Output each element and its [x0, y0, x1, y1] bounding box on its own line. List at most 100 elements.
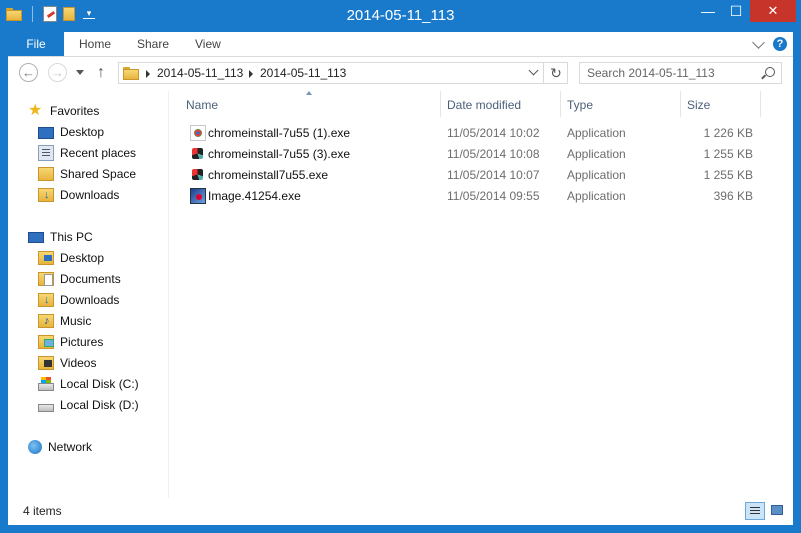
nav-item-videos[interactable]: Videos: [38, 353, 96, 373]
details-view-button[interactable]: [745, 502, 765, 520]
file-name: Image.41254.exe: [208, 189, 301, 203]
column-header-size[interactable]: Size: [687, 96, 710, 114]
file-type: Application: [567, 126, 626, 140]
column-header-type[interactable]: Type: [567, 96, 593, 114]
nav-item-label: Shared Space: [60, 167, 137, 181]
tab-home[interactable]: Home: [79, 32, 111, 56]
file-list: Name Date modified Type Size chromeinsta…: [178, 91, 788, 498]
large-icons-view-button[interactable]: [768, 502, 788, 520]
system-drive-icon: [38, 377, 54, 391]
folder-icon: [38, 167, 54, 181]
file-size: 396 KB: [713, 189, 753, 203]
column-divider[interactable]: [440, 91, 441, 117]
nav-item-documents[interactable]: Documents: [38, 269, 121, 289]
file-size: 1 226 KB: [703, 126, 753, 140]
item-count: 4 items: [23, 504, 62, 518]
pictures-folder-icon: [38, 335, 54, 349]
nav-item-desktop[interactable]: Desktop: [38, 122, 104, 142]
videos-folder-icon: [38, 356, 54, 370]
tab-file[interactable]: File: [8, 32, 64, 56]
column-header-date-modified[interactable]: Date modified: [447, 96, 521, 114]
nav-item-label: Downloads: [60, 188, 120, 202]
nav-item-local-disk-d[interactable]: Local Disk (D:): [38, 395, 139, 415]
ribbon: File Home Share View ?: [8, 32, 793, 57]
search-input[interactable]: [580, 63, 764, 83]
nav-item-pc-downloads[interactable]: Downloads: [38, 290, 119, 310]
navigation-pane: ★ Favorites Desktop Recent places Shared…: [8, 91, 169, 498]
sort-ascending-icon: [306, 91, 312, 95]
file-name: chromeinstall-7u55 (1).exe: [208, 126, 351, 140]
expand-ribbon-icon[interactable]: [752, 35, 765, 49]
nav-favorites[interactable]: ★ Favorites: [28, 101, 99, 121]
breadcrumb-item[interactable]: 2014-05-11_113: [260, 66, 346, 80]
nav-item-label: Desktop: [60, 251, 105, 265]
nav-item-local-disk-c[interactable]: Local Disk (C:): [38, 374, 139, 394]
music-folder-icon: [38, 314, 54, 328]
downloads-folder-icon: [38, 293, 54, 307]
address-dropdown-icon[interactable]: [529, 67, 538, 76]
nav-this-pc[interactable]: This PC: [28, 227, 93, 247]
nav-item-recent-places[interactable]: Recent places: [38, 143, 136, 163]
nav-item-label: Local Disk (D:): [60, 398, 139, 412]
breadcrumb-item[interactable]: 2014-05-11_113: [157, 66, 243, 80]
help-icon[interactable]: ?: [773, 37, 787, 51]
column-header-name[interactable]: Name: [186, 96, 218, 114]
nav-item-label: Music: [60, 314, 92, 328]
nav-item-label: Recent places: [60, 146, 137, 160]
nav-item-label: Pictures: [60, 335, 104, 349]
ribbon-controls: ?: [752, 35, 787, 51]
forward-button[interactable]: →: [48, 63, 67, 82]
file-size: 1 255 KB: [703, 147, 753, 161]
column-divider[interactable]: [760, 91, 761, 117]
file-name: chromeinstall7u55.exe: [208, 168, 329, 182]
nav-item-pictures[interactable]: Pictures: [38, 332, 103, 352]
file-type: Application: [567, 168, 626, 182]
downloads-folder-icon: [38, 188, 54, 202]
tab-share[interactable]: Share: [137, 32, 169, 56]
drive-icon: [38, 404, 54, 412]
nav-item-music[interactable]: Music: [38, 311, 91, 331]
column-divider[interactable]: [680, 91, 681, 117]
documents-folder-icon: [38, 272, 54, 286]
file-date: 11/05/2014 09:55: [447, 189, 540, 203]
star-icon: ★: [28, 102, 43, 119]
up-button[interactable]: ↑: [97, 64, 105, 82]
breadcrumb-separator-icon[interactable]: [249, 70, 253, 78]
nav-item-label: Local Disk (C:): [60, 377, 139, 391]
computer-icon: [28, 232, 44, 243]
nav-item-label: Downloads: [60, 293, 120, 307]
image-exe-icon: [190, 188, 206, 204]
back-button[interactable]: ←: [19, 63, 38, 82]
address-bar[interactable]: 2014-05-11_113 2014-05-11_113 ↻: [118, 62, 568, 84]
nav-network[interactable]: Network: [28, 437, 92, 457]
file-date: 11/05/2014 10:02: [447, 126, 540, 140]
nav-item-shared-space[interactable]: Shared Space: [38, 164, 136, 184]
content-area: ★ Favorites Desktop Recent places Shared…: [8, 91, 793, 498]
maximize-button[interactable]: ☐: [722, 0, 750, 22]
nav-item-label: Videos: [60, 356, 97, 370]
file-row[interactable]: chromeinstall-7u55 (1).exe 11/05/2014 10…: [178, 123, 778, 144]
minimize-button[interactable]: —: [694, 0, 722, 22]
navigation-bar: ← → ↑ 2014-05-11_113 2014-05-11_113 ↻: [8, 57, 793, 91]
nav-item-downloads[interactable]: Downloads: [38, 185, 119, 205]
recent-places-icon: [38, 145, 54, 161]
search-icon[interactable]: [765, 67, 775, 77]
breadcrumb-separator-icon[interactable]: [146, 70, 150, 78]
exe-icon: [190, 125, 206, 141]
desktop-folder-icon: [38, 251, 54, 265]
file-row[interactable]: Image.41254.exe 11/05/2014 09:55 Applica…: [178, 186, 778, 207]
file-type: Application: [567, 189, 626, 203]
nav-item-label: Desktop: [60, 125, 105, 139]
close-button[interactable]: ✕: [750, 0, 796, 22]
explorer-window: ▾ 2014-05-11_113 — ☐ ✕ File Home Share V…: [0, 0, 801, 533]
file-row[interactable]: chromeinstall-7u55 (3).exe 11/05/2014 10…: [178, 144, 778, 165]
column-divider[interactable]: [560, 91, 561, 117]
recent-locations-icon[interactable]: [76, 70, 84, 75]
desktop-icon: [38, 127, 54, 139]
nav-item-pc-desktop[interactable]: Desktop: [38, 248, 104, 268]
tab-view[interactable]: View: [195, 32, 221, 56]
refresh-button[interactable]: ↻: [543, 63, 568, 83]
file-row[interactable]: chromeinstall7u55.exe 11/05/2014 10:07 A…: [178, 165, 778, 186]
file-size: 1 255 KB: [703, 168, 753, 182]
file-date: 11/05/2014 10:07: [447, 168, 540, 182]
